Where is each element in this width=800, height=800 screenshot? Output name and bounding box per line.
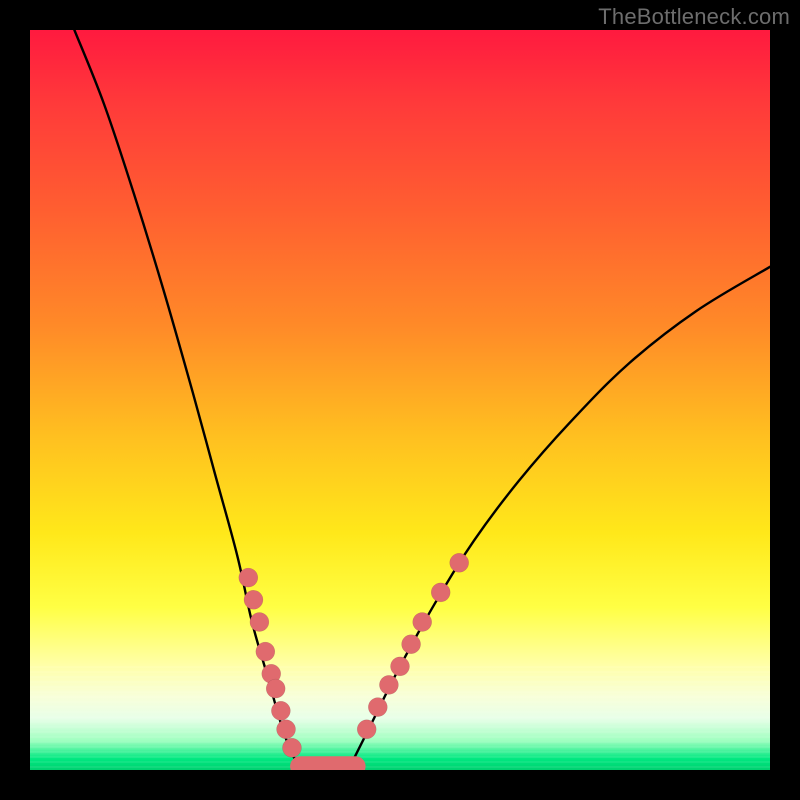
data-marker (282, 738, 301, 757)
data-marker (402, 635, 421, 654)
data-marker (266, 679, 285, 698)
marker-group (239, 553, 469, 757)
chart-overlay (30, 30, 770, 770)
plot-area (30, 30, 770, 770)
data-marker (244, 590, 263, 609)
data-marker (431, 583, 450, 602)
data-marker (277, 720, 296, 739)
watermark-text: TheBottleneck.com (598, 4, 790, 30)
chart-frame: TheBottleneck.com (0, 0, 800, 800)
data-marker (250, 613, 269, 632)
data-marker (256, 642, 275, 661)
data-marker (379, 675, 398, 694)
data-marker (450, 553, 469, 572)
curve-right-branch (348, 267, 770, 770)
data-marker (368, 698, 387, 717)
data-marker (391, 657, 410, 676)
data-marker (271, 701, 290, 720)
data-marker (239, 568, 258, 587)
data-marker (413, 613, 432, 632)
data-marker (357, 720, 376, 739)
